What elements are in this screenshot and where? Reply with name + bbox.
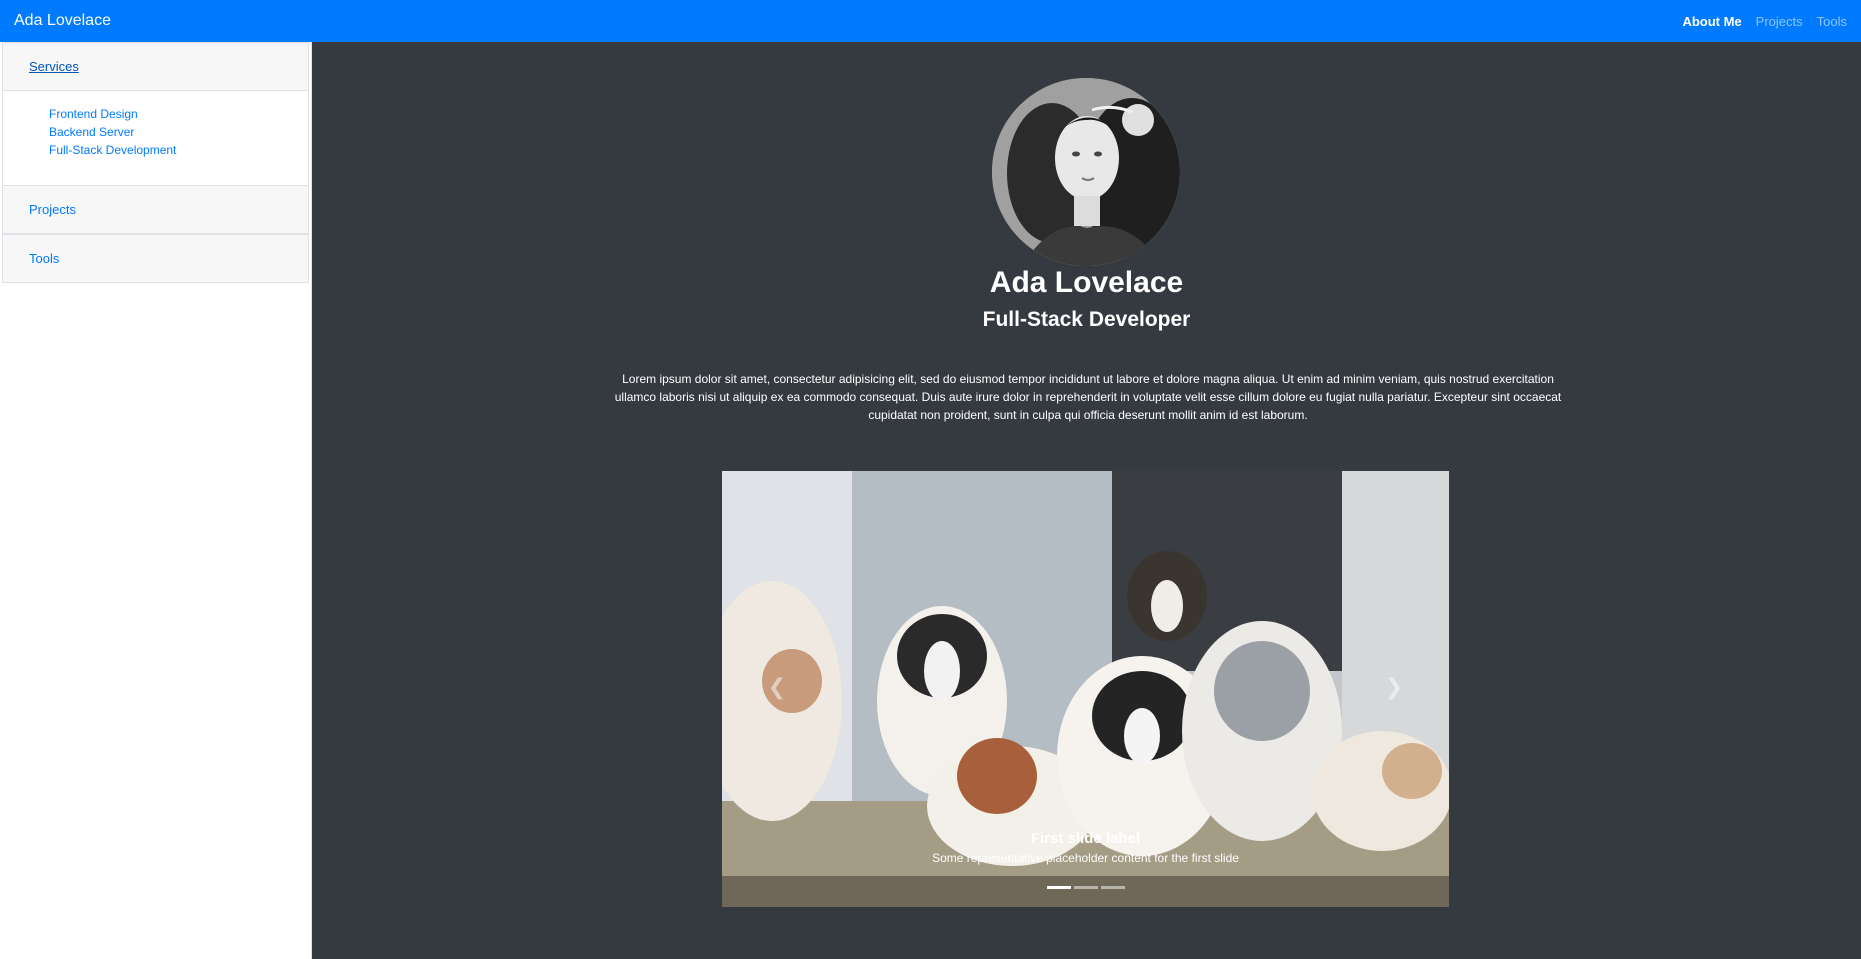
accordion-label-tools: Tools bbox=[29, 251, 60, 266]
carousel-caption-text: Some representative placeholder content … bbox=[932, 851, 1239, 865]
top-navbar: Ada Lovelace About Me Projects Tools bbox=[0, 0, 1861, 42]
accordion-header-services[interactable]: Services bbox=[2, 42, 309, 91]
service-link-backend-server[interactable]: Backend Server bbox=[49, 123, 308, 141]
carousel-indicators bbox=[722, 886, 1449, 889]
accordion-body-services: Frontend Design Backend Server Full-Stac… bbox=[2, 91, 309, 185]
main-content: Ada Lovelace Full-Stack Developer Lorem … bbox=[312, 42, 1861, 959]
carousel-prev-control[interactable]: ❮ bbox=[762, 667, 792, 707]
profile-bio: Lorem ipsum dolor sit amet, consectetur … bbox=[614, 372, 1562, 422]
service-link-full-stack-development[interactable]: Full-Stack Development bbox=[49, 141, 308, 159]
service-link-frontend-design[interactable]: Frontend Design bbox=[49, 105, 308, 123]
chevron-left-icon: ❮ bbox=[767, 674, 787, 699]
carousel-indicator-3[interactable] bbox=[1100, 886, 1125, 889]
portrait-image bbox=[992, 78, 1180, 266]
profile-name: Ada Lovelace bbox=[989, 266, 1184, 299]
accordion-label-services: Services bbox=[29, 59, 79, 74]
profile-avatar bbox=[992, 78, 1180, 266]
nav-link-tools[interactable]: Tools bbox=[1817, 14, 1847, 29]
sidebar-accordion: Services Frontend Design Backend Server … bbox=[0, 42, 312, 959]
chevron-right-icon: ❯ bbox=[1384, 674, 1404, 699]
nav-link-about-me[interactable]: About Me bbox=[1682, 14, 1741, 29]
profile-role: Full-Stack Developer bbox=[982, 308, 1191, 331]
navbar-links: About Me Projects Tools bbox=[1682, 14, 1847, 29]
carousel-caption: First slide label Some representative pl… bbox=[722, 829, 1449, 867]
image-carousel: ❮ ❯ First slide label Some representativ… bbox=[722, 471, 1449, 907]
nav-link-projects[interactable]: Projects bbox=[1756, 14, 1803, 29]
carousel-indicator-1[interactable] bbox=[1046, 886, 1071, 889]
accordion-header-projects[interactable]: Projects bbox=[2, 185, 309, 234]
accordion-header-tools[interactable]: Tools bbox=[2, 234, 309, 283]
carousel-indicator-2[interactable] bbox=[1073, 886, 1098, 889]
carousel-caption-title: First slide label bbox=[1030, 830, 1141, 847]
carousel-next-control[interactable]: ❯ bbox=[1379, 667, 1409, 707]
accordion-label-projects: Projects bbox=[29, 202, 76, 217]
navbar-brand[interactable]: Ada Lovelace bbox=[14, 12, 111, 30]
